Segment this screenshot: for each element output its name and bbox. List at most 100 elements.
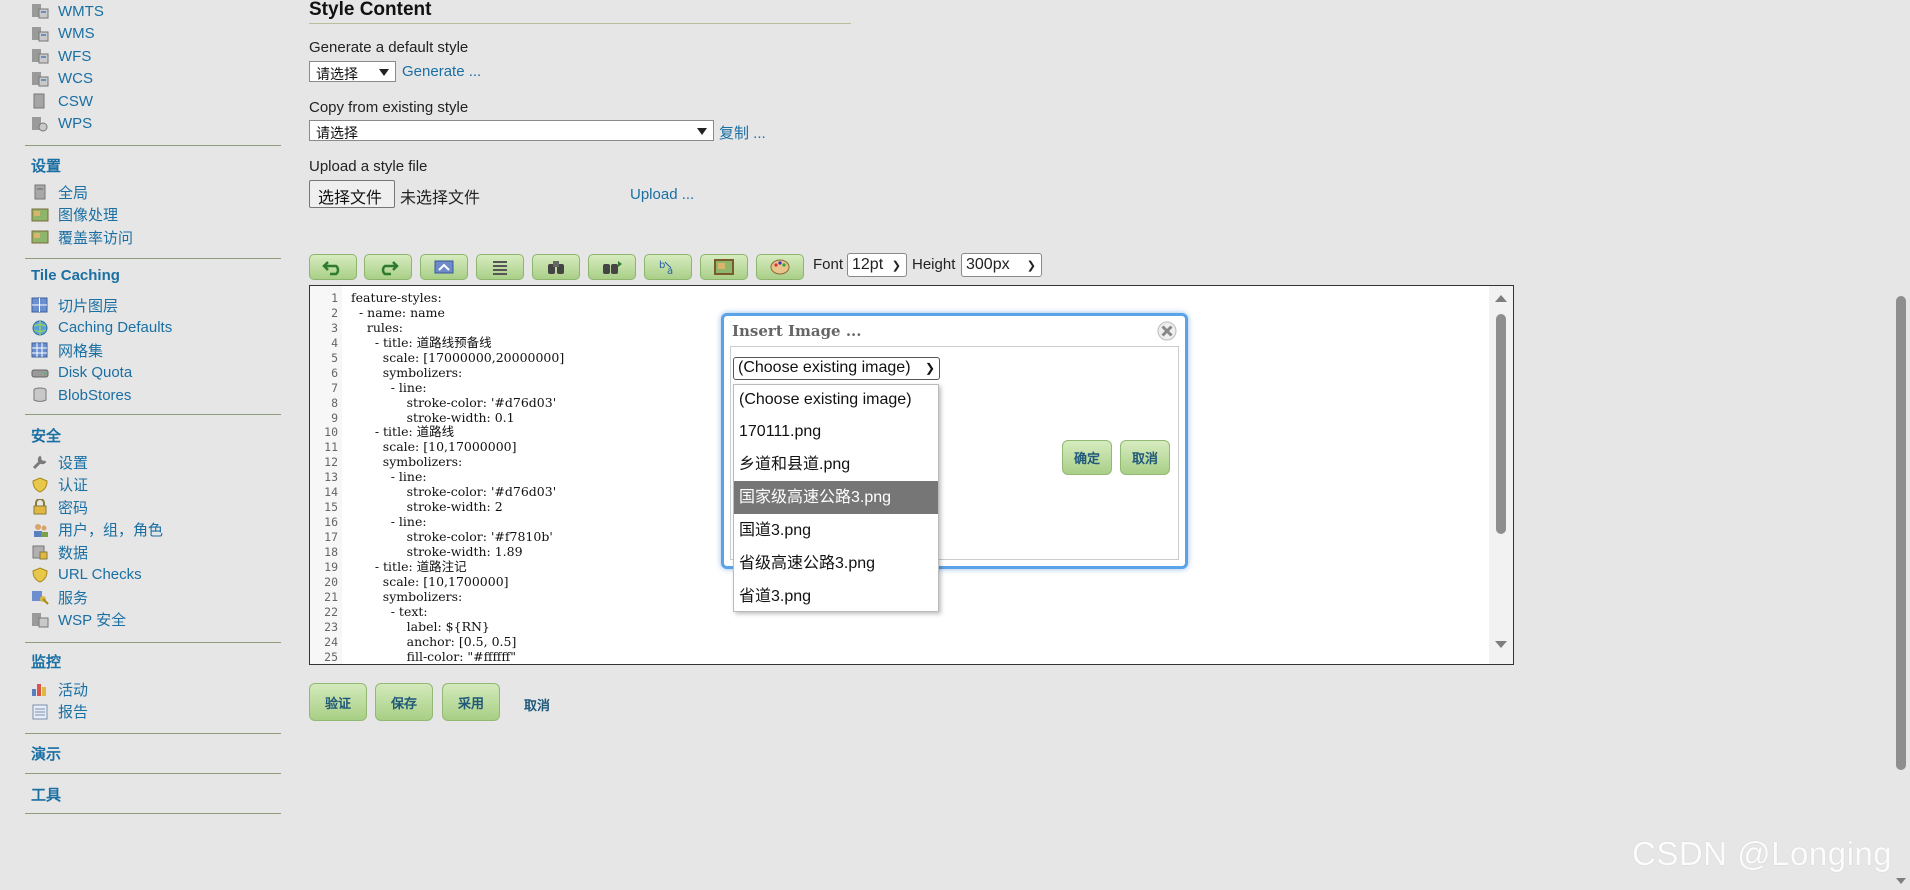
choose-file-button[interactable]: 选择文件: [309, 180, 395, 208]
generate-select-value: 请选择: [316, 66, 358, 82]
generate-label: Generate a default style: [309, 39, 469, 56]
sidebar-item-wps[interactable]: WPS: [25, 113, 281, 136]
service-icon: [32, 116, 48, 132]
line-number: 9: [331, 410, 338, 425]
sidebar-item-data[interactable]: 数据: [25, 541, 281, 564]
redo-icon: [381, 261, 399, 276]
sidebar-item-users-groups-roles[interactable]: 用户，组，角色: [25, 519, 281, 542]
file-status: 未选择文件: [400, 190, 481, 207]
line-number: 4: [331, 335, 338, 350]
reformat-button[interactable]: [476, 254, 524, 280]
sidebar-item-authentication[interactable]: 认证: [25, 474, 281, 497]
sidebar-item-url-checks[interactable]: URL Checks: [25, 564, 281, 587]
image-option[interactable]: 国道3.png: [734, 514, 938, 547]
sidebar-item-label: 密码: [58, 499, 89, 517]
sidebar-item-security-settings[interactable]: 设置: [25, 451, 281, 474]
image-option[interactable]: 省道3.png: [734, 580, 938, 613]
line-number: 15: [324, 500, 338, 515]
copy-style-select[interactable]: 请选择: [309, 120, 714, 141]
sidebar-item-gridsets[interactable]: 网格集: [25, 339, 281, 362]
line-number: 6: [331, 365, 338, 380]
undo-button[interactable]: [309, 254, 357, 280]
image-options-list[interactable]: (Choose existing image) 170111.png 乡道和县道.p…: [733, 384, 939, 612]
cancel-link[interactable]: 取消: [524, 695, 550, 714]
services-group: WMTS WMS WFS WCS CSW WPS: [25, 0, 281, 135]
sidebar-item-caching-defaults[interactable]: Caching Defaults: [25, 317, 281, 340]
apply-button[interactable]: 采用: [442, 683, 500, 721]
page-scrollbar[interactable]: [1892, 0, 1910, 890]
redo-button[interactable]: [364, 254, 412, 280]
scroll-down-icon[interactable]: [1495, 641, 1507, 648]
sidebar-item-services-security[interactable]: 服务: [25, 586, 281, 609]
sidebar-item-wcs[interactable]: WCS: [25, 68, 281, 91]
divider: [25, 733, 281, 734]
tools-heading[interactable]: 工具: [25, 784, 61, 805]
sidebar-item-image-processing[interactable]: 图像处理: [25, 204, 281, 227]
sidebar-item-wsp-security[interactable]: WSP 安全: [25, 609, 281, 632]
copy-link[interactable]: 复制 ...: [719, 122, 766, 143]
sidebar-item-reports[interactable]: 报告: [25, 701, 281, 724]
generate-style-select[interactable]: 请选择: [309, 61, 396, 82]
editor-height-value: 300px: [966, 256, 1010, 273]
key-icon: [32, 591, 49, 605]
line-number: 24: [324, 634, 338, 649]
sidebar-item-csw[interactable]: CSW: [25, 90, 281, 113]
sidebar-item-label: 设置: [58, 454, 89, 472]
scrollbar-thumb[interactable]: [1896, 296, 1906, 770]
image-option[interactable]: 170111.png: [734, 415, 938, 448]
sidebar-item-activity[interactable]: 活动: [25, 678, 281, 701]
sidebar-item-label: 网格集: [58, 342, 104, 360]
editor-scrollbar[interactable]: [1489, 286, 1513, 664]
sidebar-item-disk-quota[interactable]: Disk Quota: [25, 362, 281, 385]
image-option[interactable]: 省级高速公路3.png: [734, 547, 938, 580]
chevron-down-icon: ❯: [891, 260, 901, 272]
line-number-gutter: 1 2 3 4 5 6 7 8 9 10 11 12 13 14 15 16 17 18 19 20 21 22 23 24 2…: [310, 286, 342, 664]
service-icon: [32, 71, 49, 87]
height-label: Height: [912, 256, 956, 273]
scroll-up-icon[interactable]: [1495, 295, 1507, 302]
existing-image-select[interactable]: (Choose existing image) ❯: [733, 357, 940, 380]
go-to-line-button[interactable]: [420, 254, 468, 280]
replace-button[interactable]: ba: [644, 254, 692, 280]
find-next-button[interactable]: [588, 254, 636, 280]
sidebar-item-tile-layers[interactable]: 切片图层: [25, 294, 281, 317]
sidebar-item-label: 认证: [58, 477, 89, 495]
sidebar-item-wfs[interactable]: WFS: [25, 45, 281, 68]
line-number: 16: [324, 515, 338, 530]
find-button[interactable]: [532, 254, 580, 280]
divider: [25, 414, 281, 415]
line-number: 11: [324, 440, 338, 455]
sidebar-item-wms[interactable]: WMS: [25, 23, 281, 46]
image-icon: [31, 230, 49, 244]
sidebar-item-wmts[interactable]: WMTS: [25, 0, 281, 23]
sidebar-item-passwords[interactable]: 密码: [25, 496, 281, 519]
color-picker-button[interactable]: [756, 254, 804, 280]
image-option[interactable]: 国家级高速公路3.png: [734, 481, 938, 514]
line-number: 14: [324, 485, 338, 500]
sidebar-item-blobstores[interactable]: BlobStores: [25, 384, 281, 407]
close-icon[interactable]: [1157, 321, 1177, 341]
sidebar-item-coverage-access[interactable]: 覆盖率访问: [25, 226, 281, 249]
save-button[interactable]: 保存: [375, 683, 433, 721]
dialog-cancel-button[interactable]: 取消: [1120, 440, 1170, 475]
code-line: feature-styles:: [351, 290, 442, 305]
bar-chart-icon: [32, 684, 46, 697]
generate-link[interactable]: Generate ...: [402, 63, 481, 80]
chevron-down-icon: ❯: [1026, 260, 1036, 272]
ok-button[interactable]: 确定: [1062, 440, 1112, 475]
upload-link[interactable]: Upload ...: [630, 186, 694, 203]
server-icon: [34, 184, 46, 200]
sidebar-item-global[interactable]: 全局: [25, 181, 281, 204]
monitor-group: 活动 报告: [25, 678, 281, 723]
image-option[interactable]: (Choose existing image): [734, 385, 938, 415]
editor-height-select[interactable]: 300px ❯: [961, 253, 1042, 277]
insert-image-button[interactable]: [700, 254, 748, 280]
scroll-down-icon[interactable]: [1896, 878, 1906, 884]
image-option[interactable]: 乡道和县道.png: [734, 448, 938, 481]
service-icon: [32, 49, 49, 64]
validate-button[interactable]: 验证: [309, 683, 367, 721]
demo-heading[interactable]: 演示: [25, 743, 61, 764]
font-size-select[interactable]: 12pt ❯: [847, 253, 907, 277]
scrollbar-thumb[interactable]: [1496, 314, 1506, 534]
font-size-value: 12pt: [852, 256, 884, 273]
